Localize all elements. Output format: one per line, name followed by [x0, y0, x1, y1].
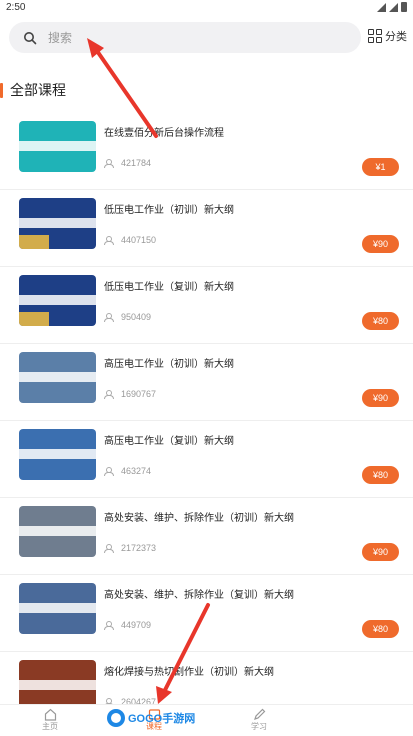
tab-study[interactable]: 学习 [229, 707, 289, 732]
course-title: 高压电工作业（初训）新大纲 [104, 359, 234, 370]
search-placeholder: 搜索 [48, 31, 73, 45]
bottom-tab-bar: 主页 课程 学习 [0, 704, 413, 736]
course-meta: 4407150 [104, 235, 156, 245]
price-badge[interactable]: ¥90 [362, 235, 399, 253]
search-input[interactable]: 搜索 [9, 22, 361, 53]
status-icons [377, 2, 407, 12]
course-thumbnail [19, 352, 96, 403]
category-label: 分类 [385, 31, 407, 43]
tab-study-label: 学习 [251, 722, 267, 731]
pencil-icon [252, 707, 266, 721]
course-card[interactable]: 低压电工作业（初训）新大纲 4407150 ¥90 [0, 190, 413, 267]
search-row: 搜索 分类 [0, 22, 413, 54]
course-student-count: 1690767 [121, 389, 157, 399]
course-title: 高压电工作业（复训）新大纲 [104, 436, 234, 447]
course-meta: 463274 [104, 466, 151, 476]
section-header: 全部课程 [0, 80, 66, 100]
course-meta: 2172373 [104, 543, 156, 553]
wifi-icon [377, 2, 386, 12]
course-title: 高处安装、维护、拆除作业（初训）新大纲 [104, 513, 294, 524]
person-icon [104, 389, 114, 399]
status-bar: 2:50 [0, 0, 413, 16]
price-badge[interactable]: ¥80 [362, 312, 399, 330]
signal-icon [389, 2, 398, 12]
status-time: 2:50 [6, 2, 26, 13]
course-card[interactable]: 高压电工作业（复训）新大纲 463274 ¥80 [0, 421, 413, 498]
course-student-count: 463274 [121, 466, 152, 476]
page-title: 全部课程 [10, 82, 66, 98]
course-card[interactable]: 在线壹佰分新后台操作流程 421784 ¥1 [0, 113, 413, 190]
course-student-count: 449709 [121, 620, 152, 630]
course-student-count: 421784 [121, 158, 152, 168]
course-title: 低压电工作业（复训）新大纲 [104, 282, 234, 293]
course-student-count: 4407150 [121, 235, 157, 245]
section-accent-bar [0, 82, 3, 98]
course-title: 在线壹佰分新后台操作流程 [104, 128, 224, 139]
person-icon [104, 312, 114, 322]
course-card[interactable]: 高压电工作业（初训）新大纲 1690767 ¥90 [0, 344, 413, 421]
tab-course[interactable]: 课程 [124, 707, 184, 732]
price-badge[interactable]: ¥80 [362, 620, 399, 638]
course-thumbnail [19, 275, 96, 326]
course-title: 低压电工作业（初训）新大纲 [104, 205, 234, 216]
price-badge[interactable]: ¥80 [362, 466, 399, 484]
home-icon [43, 707, 57, 721]
price-badge[interactable]: ¥1 [362, 158, 399, 176]
course-thumbnail [19, 121, 96, 172]
person-icon [104, 466, 114, 476]
course-card[interactable]: 低压电工作业（复训）新大纲 950409 ¥80 [0, 267, 413, 344]
course-meta: 449709 [104, 620, 151, 630]
person-icon [104, 158, 114, 168]
course-thumbnail [19, 429, 96, 480]
course-title: 高处安装、维护、拆除作业（复训）新大纲 [104, 590, 294, 601]
tab-home-label: 主页 [42, 722, 58, 731]
person-icon [104, 235, 114, 245]
course-title: 熔化焊接与热切割作业（初训）新大纲 [104, 667, 274, 678]
course-student-count: 2172373 [121, 543, 157, 553]
category-button[interactable]: 分类 [368, 28, 407, 44]
course-thumbnail [19, 506, 96, 557]
person-icon [104, 543, 114, 553]
course-card[interactable]: 高处安装、维护、拆除作业（初训）新大纲 2172373 ¥90 [0, 498, 413, 575]
price-badge[interactable]: ¥90 [362, 389, 399, 407]
battery-icon [401, 2, 407, 12]
course-card[interactable]: 高处安装、维护、拆除作业（复训）新大纲 449709 ¥80 [0, 575, 413, 652]
course-meta: 950409 [104, 312, 151, 322]
person-icon [104, 620, 114, 630]
course-meta: 1690767 [104, 389, 156, 399]
tab-course-label: 课程 [146, 722, 162, 731]
course-meta: 421784 [104, 158, 151, 168]
grid-icon [368, 29, 382, 43]
course-thumbnail [19, 583, 96, 634]
tab-home[interactable]: 主页 [20, 707, 80, 732]
course-student-count: 950409 [121, 312, 152, 322]
course-icon [147, 707, 161, 721]
price-badge[interactable]: ¥90 [362, 543, 399, 561]
search-icon [20, 28, 40, 48]
course-thumbnail [19, 198, 96, 249]
